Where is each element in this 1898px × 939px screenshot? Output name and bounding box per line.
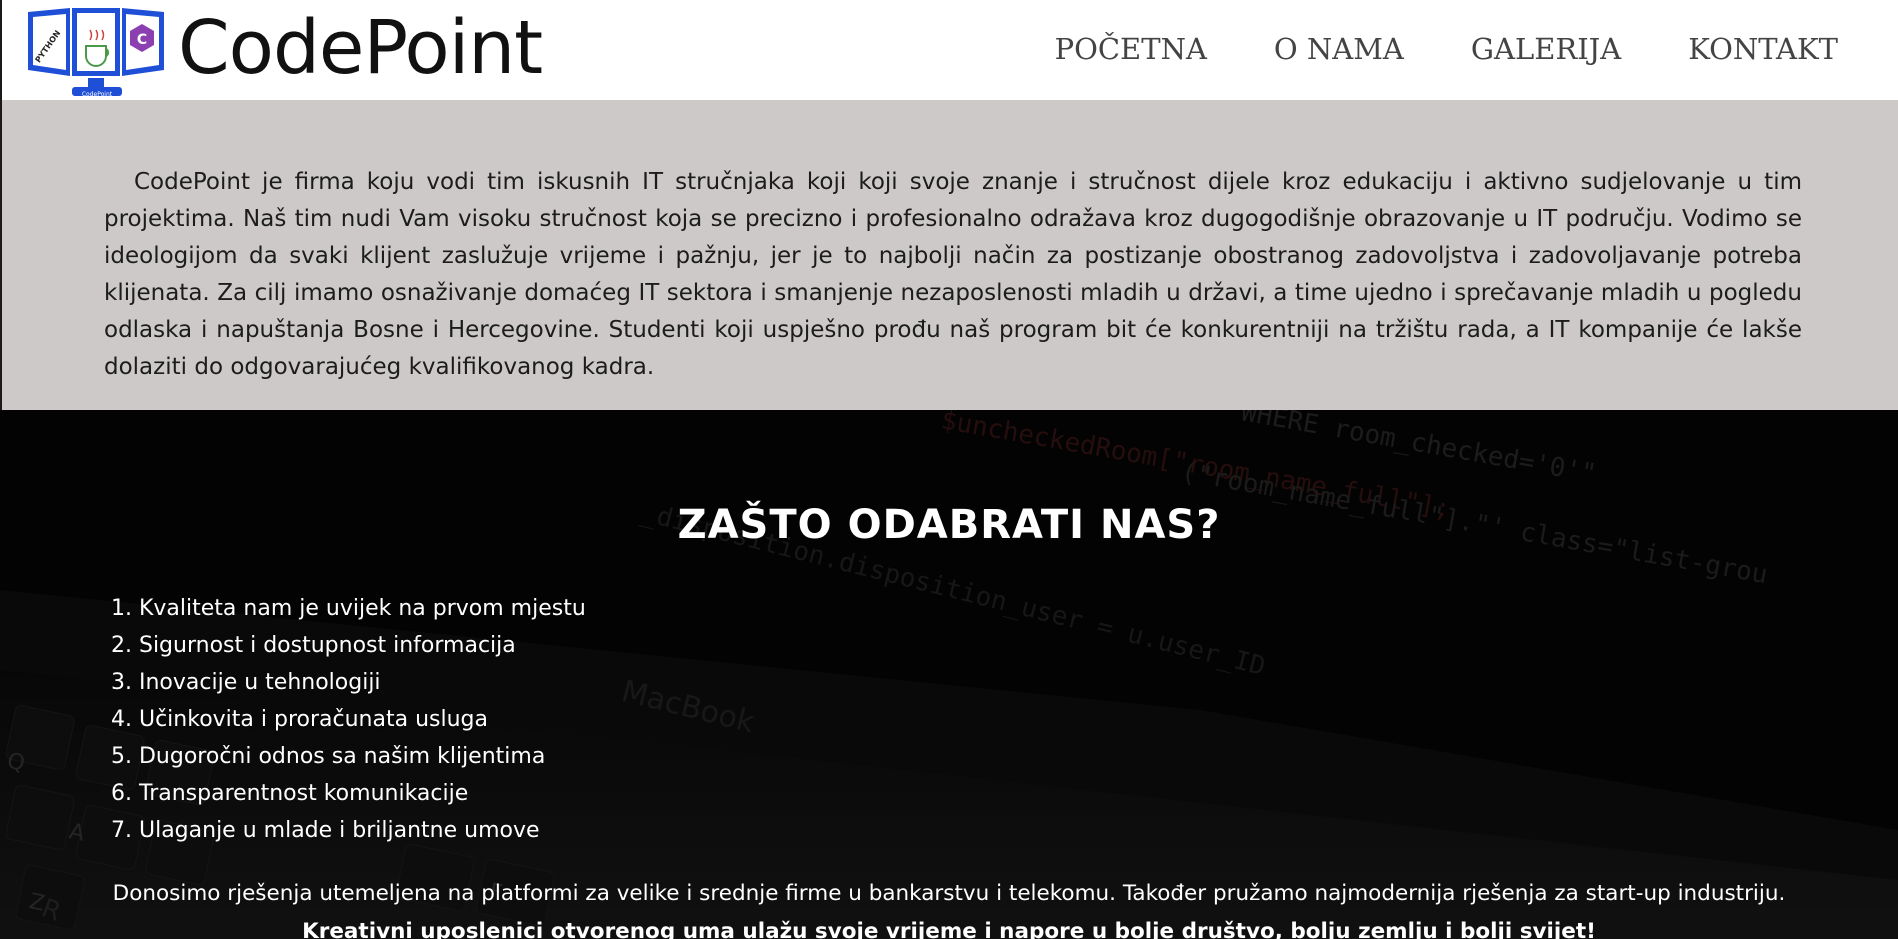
reason-item: 4. Učinkovita i proračunata usluga <box>111 707 488 732</box>
codepoint-logo-icon: PYTHON C CodePoint <box>28 8 164 98</box>
reason-item: 1. Kvaliteta nam je uvijek na prvom mjes… <box>111 596 586 621</box>
about-text: CodePoint je firma koju vodi tim iskusni… <box>104 169 1802 380</box>
nav-item-kontakt[interactable]: KONTAKT <box>1688 30 1838 68</box>
why-us-section: Q A Z F R MacBook $uncheckedRoom["room_n… <box>0 410 1898 939</box>
why-us-paragraph: Donosimo rješenja utemeljena na platform… <box>112 881 1786 906</box>
nav-item-pocetna[interactable]: POČETNA <box>1055 30 1207 68</box>
nav-item-o-nama[interactable]: O NAMA <box>1274 30 1404 68</box>
reason-item: 3. Inovacije u tehnologiji <box>111 670 381 695</box>
about-section: CodePoint je firma koju vodi tim iskusni… <box>0 100 1898 410</box>
svg-text:C: C <box>137 32 147 48</box>
nav-item-galerija[interactable]: GALERIJA <box>1471 30 1621 68</box>
main-nav: POČETNA O NAMA GALERIJA KONTAKT <box>1055 30 1838 68</box>
why-us-title: ZAŠTO ODABRATI NAS? <box>677 502 1221 548</box>
reason-item: 6. Transparentnost komunikacije <box>111 781 469 806</box>
site-header: PYTHON C CodePoint CodePoint POČETNA O N… <box>0 0 1898 100</box>
why-us-motto: Kreativni uposlenici otvorenog uma ulažu… <box>302 919 1596 939</box>
reasons-list: 1. Kvaliteta nam je uvijek na prvom mjes… <box>111 590 586 849</box>
reason-item: 5. Dugoročni odnos sa našim klijentima <box>111 744 546 769</box>
reason-item: 7. Ulaganje u mlade i briljantne umove <box>111 818 540 843</box>
reason-item: 2. Sigurnost i dostupnost informacija <box>111 633 516 658</box>
logo-caption: CodePoint <box>82 91 113 98</box>
brand-name: CodePoint <box>178 5 543 91</box>
